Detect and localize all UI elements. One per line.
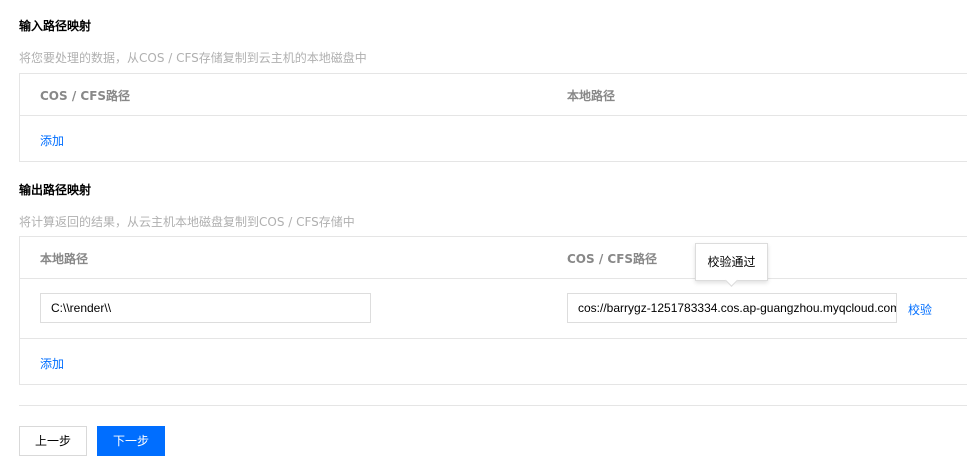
column-header-cos-path: COS / CFS路径	[40, 89, 131, 103]
column-header-cos-path: COS / CFS路径	[567, 252, 658, 266]
table-row: C:\\render\\ cos://barrygz-1251783334.co…	[20, 279, 967, 339]
verify-link[interactable]: 校验	[908, 301, 932, 318]
column-header-local-path: 本地路径	[40, 252, 89, 266]
input-section-description: 将您要处理的数据，从COS / CFS存储复制到云主机的本地磁盘中	[19, 51, 367, 65]
input-section-title: 输入路径映射	[19, 19, 92, 33]
next-step-button[interactable]: 下一步	[97, 426, 165, 456]
input-table-header: COS / CFS路径 本地路径	[20, 74, 967, 116]
verify-success-tooltip: 校验通过	[695, 243, 768, 281]
cos-path-input[interactable]: cos://barrygz-1251783334.cos.ap-guangzho…	[567, 293, 897, 323]
input-add-link[interactable]: 添加	[40, 132, 64, 149]
footer-divider	[19, 405, 967, 406]
prev-step-button[interactable]: 上一步	[19, 426, 87, 456]
output-section-title: 输出路径映射	[19, 183, 92, 197]
output-mapping-table: 本地路径 COS / CFS路径 C:\\render\\ cos://barr…	[19, 236, 967, 385]
output-table-header: 本地路径 COS / CFS路径	[20, 237, 967, 279]
column-header-local-path: 本地路径	[567, 89, 616, 103]
output-section-description: 将计算返回的结果，从云主机本地磁盘复制到COS / CFS存储中	[19, 215, 355, 229]
local-path-input[interactable]: C:\\render\\	[40, 293, 371, 323]
output-add-link[interactable]: 添加	[40, 355, 64, 372]
input-mapping-table: COS / CFS路径 本地路径 添加	[19, 73, 967, 162]
